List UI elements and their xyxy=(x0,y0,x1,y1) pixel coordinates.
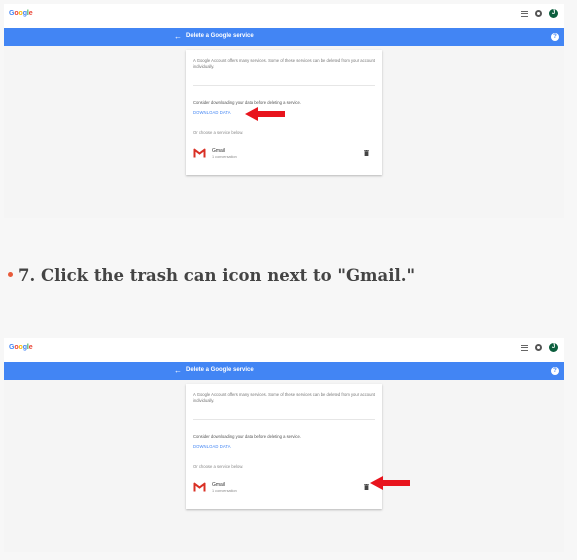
delete-service-card: A Google Account offers many services. S… xyxy=(186,384,382,509)
screenshot-step-6: Google J ← Delete a Google service ? A G… xyxy=(4,4,564,218)
page-header-bar: ← Delete a Google service ? xyxy=(4,28,564,46)
step-caption-text: 7. Click the trash can icon next to "Gma… xyxy=(18,266,416,285)
screenshot-step-7: Google J ← Delete a Google service ? A G… xyxy=(4,338,564,552)
page-header-bar: ← Delete a Google service ? xyxy=(4,362,564,380)
page-title: Delete a Google service xyxy=(186,367,254,373)
google-top-bar: Google J xyxy=(4,338,564,362)
top-icons: J xyxy=(521,9,558,18)
google-logo[interactable]: Google xyxy=(9,10,33,17)
red-arrow-icon xyxy=(245,107,285,121)
trash-icon[interactable] xyxy=(364,484,369,490)
back-arrow-icon[interactable]: ← xyxy=(174,32,182,42)
choose-service-text: Or choose a service below. xyxy=(193,464,244,469)
page-title: Delete a Google service xyxy=(186,33,254,39)
gear-icon[interactable] xyxy=(535,10,542,17)
intro-text: A Google Account offers many services. S… xyxy=(193,392,375,403)
consider-text: Consider downloading your data before de… xyxy=(193,434,302,439)
gmail-icon xyxy=(193,148,206,158)
google-logo[interactable]: Google xyxy=(9,344,33,351)
google-top-bar: Google J xyxy=(4,4,564,28)
red-arrow-icon xyxy=(370,476,410,490)
apps-icon[interactable] xyxy=(521,344,528,351)
avatar[interactable]: J xyxy=(549,343,558,352)
divider xyxy=(193,419,375,420)
service-name: Gmail xyxy=(212,482,226,488)
consider-text: Consider downloading your data before de… xyxy=(193,100,302,105)
choose-service-text: Or choose a service below. xyxy=(193,130,244,135)
service-subtitle: 1 conversation xyxy=(212,489,237,493)
help-icon[interactable]: ? xyxy=(551,33,559,41)
apps-icon[interactable] xyxy=(521,10,528,17)
avatar[interactable]: J xyxy=(549,9,558,18)
step-caption: 7. Click the trash can icon next to "Gma… xyxy=(8,266,415,285)
help-icon[interactable]: ? xyxy=(551,367,559,375)
top-icons: J xyxy=(521,343,558,352)
intro-text: A Google Account offers many services. S… xyxy=(193,58,375,69)
gmail-icon xyxy=(193,482,206,492)
download-data-link[interactable]: DOWNLOAD DATA xyxy=(193,110,231,115)
divider xyxy=(193,85,375,86)
service-name: Gmail xyxy=(212,148,226,154)
service-subtitle: 1 conversation xyxy=(212,155,237,159)
back-arrow-icon[interactable]: ← xyxy=(174,366,182,376)
gear-icon[interactable] xyxy=(535,344,542,351)
download-data-link[interactable]: DOWNLOAD DATA xyxy=(193,444,231,449)
bullet-icon xyxy=(8,272,13,277)
trash-icon[interactable] xyxy=(364,150,369,156)
